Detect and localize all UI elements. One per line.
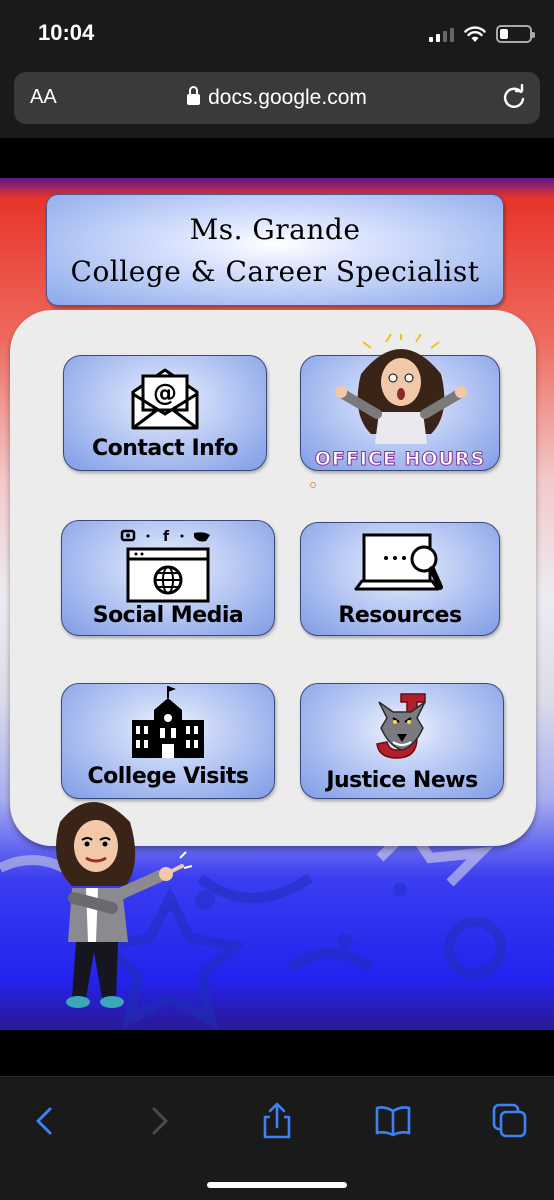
office-hours-label: OFFICE HOURS	[314, 448, 486, 471]
share-icon[interactable]	[257, 1101, 297, 1141]
tabs-icon[interactable]	[490, 1101, 530, 1141]
address-bar[interactable]: AA docs.google.com	[14, 72, 540, 124]
status-icons	[429, 22, 535, 46]
office-hours-button[interactable]: OFFICE HOURS	[300, 334, 500, 471]
justice-news-button[interactable]: Justice News	[300, 683, 504, 799]
links-panel: @ Contact Info OFFICE HOURS f Social Med…	[10, 310, 536, 846]
college-visits-button[interactable]: College Visits	[61, 683, 275, 799]
justice-news-label: Justice News	[326, 768, 478, 793]
contact-info-button[interactable]: @ Contact Info	[63, 355, 267, 471]
home-indicator[interactable]	[207, 1182, 347, 1188]
college-visits-label: College Visits	[87, 764, 249, 789]
resources-button[interactable]: Resources	[300, 522, 500, 636]
status-time: 10:04	[38, 20, 95, 45]
url-display[interactable]: docs.google.com	[14, 86, 540, 110]
pointing-avatar-figure	[56, 802, 192, 1008]
page-subtitle: College & Career Specialist	[70, 255, 480, 288]
page-title: Ms. Grande	[189, 213, 361, 246]
excited-avatar-icon	[335, 334, 467, 444]
web-page: Ms. Grande College & Career Specialist @…	[0, 138, 554, 1076]
resources-label: Resources	[338, 603, 462, 628]
browser-social-icon: f	[120, 529, 210, 603]
laptop-search-icon	[354, 533, 443, 591]
document-canvas: Ms. Grande College & Career Specialist @…	[0, 178, 554, 1030]
contact-info-label: Contact Info	[91, 436, 239, 461]
back-icon[interactable]	[24, 1101, 64, 1141]
wolf-logo-icon	[376, 693, 426, 759]
page-title-box: Ms. Grande College & Career Specialist	[46, 194, 504, 306]
social-media-label: Social Media	[92, 603, 244, 628]
envelope-at-icon: @	[131, 368, 199, 430]
battery-icon	[496, 25, 535, 43]
decorative-dot	[310, 482, 316, 488]
reload-icon[interactable]	[500, 84, 528, 112]
svg-text:@: @	[153, 379, 177, 407]
lock-icon	[187, 86, 201, 105]
forward-icon[interactable]	[140, 1101, 180, 1141]
status-bar: 10:04	[0, 0, 554, 66]
url-text: docs.google.com	[208, 86, 367, 109]
school-building-icon	[132, 686, 204, 758]
cellular-signal-icon	[429, 26, 454, 42]
svg-text:f: f	[163, 529, 170, 545]
social-media-button[interactable]: f Social Media	[61, 520, 275, 636]
bookmarks-icon[interactable]	[373, 1101, 413, 1141]
browser-address-area: AA docs.google.com	[0, 66, 554, 138]
wifi-icon	[464, 25, 486, 42]
